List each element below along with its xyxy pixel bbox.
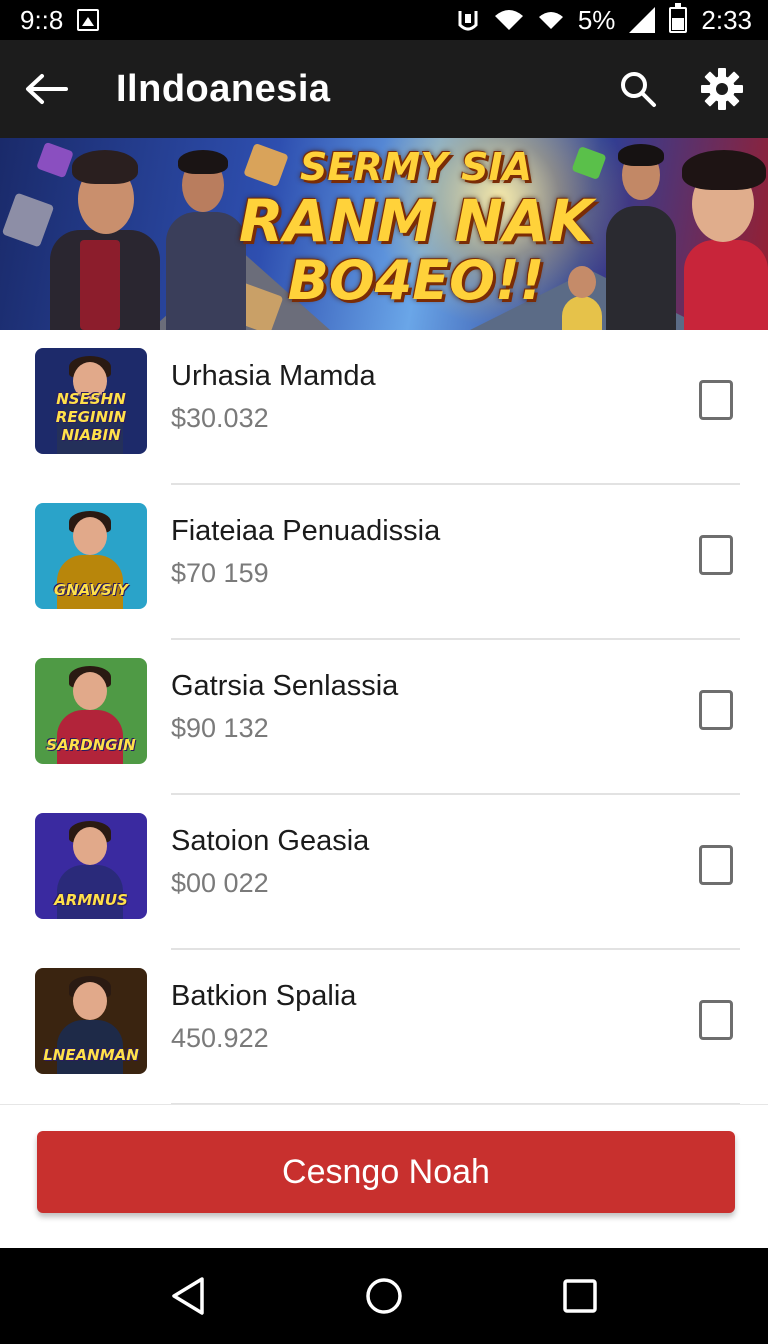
list-item[interactable]: GNAVSIY Fiateiaa Penuadissia $70 159 — [0, 485, 768, 640]
thumbnail-label: GNAVSIY — [53, 581, 129, 599]
banner-line-2: RANM NAK — [238, 187, 594, 255]
page-title: Ilndoanesia — [116, 67, 331, 110]
nav-back-button[interactable] — [158, 1266, 218, 1326]
list-item[interactable]: SARDNGIN Gatrsia Senlassia $90 132 — [0, 640, 768, 795]
banner-character — [40, 140, 170, 330]
back-arrow-icon — [26, 74, 68, 104]
status-clock: 2:33 — [701, 4, 752, 35]
banner-line-1: SERMY SIA — [299, 145, 533, 189]
nav-home-button[interactable] — [354, 1266, 414, 1326]
system-nav-bar — [0, 1248, 768, 1344]
list-item[interactable]: NSESHN REGININ NIABIN Urhasia Mamda $30.… — [0, 330, 768, 485]
status-left: 9::8 — [20, 4, 100, 36]
status-time-left: 9::8 — [20, 4, 64, 35]
item-checkbox[interactable] — [699, 690, 733, 730]
app-screen: 9::8 5% 2:33 Ilndoanesia SERMY SIA RANM … — [0, 0, 768, 1344]
item-thumbnail: NSESHN REGININ NIABIN — [35, 348, 147, 454]
banner-character — [600, 140, 680, 330]
item-price: $70 159 — [171, 558, 269, 588]
list-item[interactable]: LNEANMAN Batkion Spalia 450.922 — [0, 950, 768, 1105]
list-item[interactable]: ARMNUS Satoion Geasia $00 022 — [0, 795, 768, 950]
circle-home-icon — [366, 1278, 402, 1314]
banner-headline: SERMY SIA RANM NAK BO4EO!! — [236, 148, 596, 308]
wifi-icon-secondary — [538, 12, 563, 29]
item-title: Satoion Geasia — [171, 825, 370, 857]
promo-banner[interactable]: SERMY SIA RANM NAK BO4EO!! — [0, 138, 768, 330]
signal-icon — [629, 7, 656, 33]
alert-icon — [458, 11, 478, 31]
bottom-action-bar: Cesngo Noah — [0, 1104, 768, 1248]
item-checkbox[interactable] — [699, 1000, 733, 1040]
battery-icon — [669, 3, 688, 33]
battery-percent: 5% — [577, 4, 616, 35]
nav-recents-button[interactable] — [550, 1266, 610, 1326]
settings-button[interactable] — [680, 40, 764, 138]
image-icon — [77, 9, 100, 31]
back-button[interactable] — [0, 40, 92, 138]
banner-line-3: BO4EO!! — [287, 249, 545, 312]
triangle-back-icon — [172, 1277, 204, 1315]
item-price: 450.922 — [171, 1023, 269, 1053]
item-checkbox[interactable] — [699, 380, 733, 420]
search-icon — [621, 72, 656, 107]
item-title: Urhasia Mamda — [171, 360, 376, 392]
item-checkbox[interactable] — [699, 535, 733, 575]
item-list: NSESHN REGININ NIABIN Urhasia Mamda $30.… — [0, 330, 768, 1105]
thumbnail-figure — [73, 672, 107, 710]
item-title: Fiateiaa Penuadissia — [171, 515, 441, 547]
item-thumbnail: GNAVSIY — [35, 503, 147, 609]
wifi-icon — [494, 10, 523, 30]
banner-character — [680, 140, 768, 330]
thumbnail-label: SARDNGIN — [46, 736, 136, 754]
thumbnail-label: LNEANMAN — [43, 1046, 139, 1064]
status-bar: 9::8 5% 2:33 — [0, 0, 768, 40]
item-thumbnail: SARDNGIN — [35, 658, 147, 764]
primary-action-button[interactable]: Cesngo Noah — [37, 1131, 735, 1213]
item-thumbnail: LNEANMAN — [35, 968, 147, 1074]
item-price: $00 022 — [171, 868, 269, 898]
search-button[interactable] — [596, 40, 680, 138]
thumbnail-figure — [73, 517, 107, 555]
item-title: Batkion Spalia — [171, 980, 357, 1012]
item-title: Gatrsia Senlassia — [171, 670, 399, 702]
item-checkbox[interactable] — [699, 845, 733, 885]
status-right: 5% 2:33 — [456, 3, 752, 36]
square-recents-icon — [563, 1279, 597, 1313]
gear-icon — [701, 68, 743, 110]
thumbnail-figure — [73, 982, 107, 1020]
thumbnail-figure — [73, 827, 107, 865]
thumbnail-label: ARMNUS — [54, 891, 128, 909]
app-bar: Ilndoanesia — [0, 40, 768, 138]
thumbnail-label: NSESHN REGININ NIABIN — [55, 390, 127, 444]
item-thumbnail: ARMNUS — [35, 813, 147, 919]
item-price: $30.032 — [171, 403, 269, 433]
item-price: $90 132 — [171, 713, 269, 743]
